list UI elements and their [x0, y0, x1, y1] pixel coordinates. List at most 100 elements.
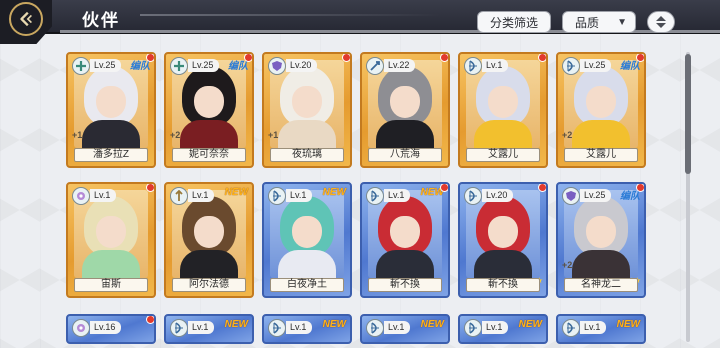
new-badge: NEW [420, 319, 444, 330]
title-divider [140, 14, 440, 16]
new-badge: NEW [616, 319, 640, 330]
partner-card[interactable]: Lv.22 八荒海 [360, 52, 450, 168]
role-badge [170, 319, 188, 337]
portrait-face [390, 86, 420, 118]
role-badge [72, 319, 90, 337]
role-badge [170, 57, 188, 75]
partner-card[interactable]: Lv.20 +1 夜琉璃 [262, 52, 352, 168]
portrait-body [474, 250, 532, 278]
partner-name: 阿尔法德 [172, 278, 246, 292]
partner-card[interactable]: Lv.1 NEW [262, 314, 352, 344]
portrait-body [376, 250, 434, 278]
notification-dot [440, 184, 448, 192]
shield-role-icon [566, 191, 576, 201]
role-badge [562, 319, 580, 337]
partner-card[interactable]: Lv.1 NEW 阿尔法德 [164, 182, 254, 298]
page-title: 伙伴 [82, 11, 120, 30]
partner-card[interactable]: Lv.1 NEW [458, 314, 548, 344]
upgrade-plus-tag: +1 [72, 130, 83, 140]
new-badge: NEW [224, 187, 248, 198]
scrollbar-thumb[interactable] [685, 54, 691, 174]
bow-role-icon [371, 190, 379, 202]
role-badge [170, 187, 188, 205]
role-badge [366, 57, 384, 75]
level-tag: Lv.1 [286, 189, 313, 202]
level-tag: Lv.1 [482, 321, 509, 334]
level-tag: Lv.25 [580, 59, 612, 72]
role-badge [72, 57, 90, 75]
magic-role-icon [77, 192, 85, 200]
bow-role-icon [469, 60, 477, 72]
partner-card[interactable]: Lv.1 NEW 白夜净土 [262, 182, 352, 298]
portrait-body [180, 120, 238, 148]
sort-order-toggle[interactable] [647, 11, 675, 33]
heal-role-icon [76, 61, 86, 71]
level-tag: Lv.25 [90, 59, 122, 72]
bow-role-icon [567, 60, 575, 72]
notification-dot [538, 54, 546, 62]
sword-role-icon [370, 61, 380, 71]
heal-role-icon [174, 61, 184, 71]
bow-role-icon [469, 322, 477, 334]
role-badge [464, 57, 482, 75]
quality-sort-select[interactable]: 品质 ▼ [562, 11, 636, 33]
partner-card[interactable]: Lv.25编队+2★★名神龙二 [556, 182, 646, 298]
portrait-face [194, 86, 224, 118]
level-tag: Lv.1 [580, 321, 607, 334]
portrait-face [292, 86, 322, 118]
role-badge [268, 57, 286, 75]
partner-card[interactable]: Lv.1 艾露儿 [458, 52, 548, 168]
level-tag: Lv.20 [286, 59, 318, 72]
notification-dot [342, 54, 350, 62]
partner-card[interactable]: Lv.1 NEW 斬不換 [360, 182, 450, 298]
role-badge [464, 319, 482, 337]
notification-dot [146, 316, 154, 324]
partner-card[interactable]: Lv.25 编队 +1 潘多拉Z [66, 52, 156, 168]
partner-name: 宙斯 [74, 278, 148, 292]
bow-role-icon [175, 322, 183, 334]
back-button-ring [9, 2, 43, 36]
partner-card[interactable]: Lv.20★斬不換 [458, 182, 548, 298]
notification-dot [538, 184, 546, 192]
bow-role-icon [273, 322, 281, 334]
portrait-body [278, 120, 336, 148]
portrait-face [488, 216, 518, 248]
notification-dot [636, 184, 644, 192]
upgrade-plus-tag: +2 [562, 260, 573, 270]
partner-card[interactable]: Lv.1 NEW [556, 314, 646, 344]
quality-select-label: 品质 [575, 15, 600, 30]
portrait-body [278, 250, 336, 278]
role-badge [464, 187, 482, 205]
role-badge [268, 319, 286, 337]
role-badge [562, 57, 580, 75]
role-badge [562, 187, 580, 205]
notification-dot [636, 54, 644, 62]
partner-card[interactable]: Lv.25 编队 +2 妮可奈奈 [164, 52, 254, 168]
upgrade-plus-tag: +1 [268, 130, 279, 140]
new-badge: NEW [518, 319, 542, 330]
new-badge: NEW [322, 187, 346, 198]
portrait-face [488, 86, 518, 118]
partner-card[interactable]: Lv.1 NEW [164, 314, 254, 344]
level-tag: Lv.20 [482, 189, 514, 202]
level-tag: Lv.25 [188, 59, 220, 72]
partner-card[interactable]: Lv.1 NEW [360, 314, 450, 344]
back-arrow-icon [20, 11, 32, 27]
role-badge [366, 319, 384, 337]
level-tag: Lv.1 [286, 321, 313, 334]
portrait-face [390, 216, 420, 248]
category-filter-button[interactable]: 分类筛选 [477, 11, 551, 33]
magic-role-icon [77, 324, 85, 332]
portrait-face [96, 86, 126, 118]
upgrade-plus-tag: +2 [170, 130, 181, 140]
partner-name: 斬不換 [466, 278, 540, 292]
partner-card[interactable]: Lv.1 宙斯 [66, 182, 156, 298]
partner-card[interactable]: Lv.25 编队 +2 艾露儿 [556, 52, 646, 168]
partner-name: 妮可奈奈 [172, 148, 246, 162]
notification-dot [244, 54, 252, 62]
partner-card[interactable]: Lv.16 [66, 314, 156, 344]
notification-dot [440, 54, 448, 62]
portrait-face [586, 216, 616, 248]
partner-name: 潘多拉Z [74, 148, 148, 162]
portrait-body [180, 250, 238, 278]
